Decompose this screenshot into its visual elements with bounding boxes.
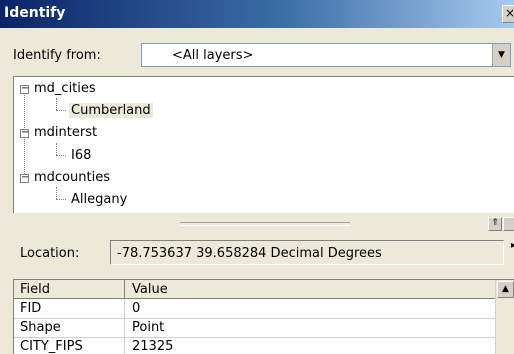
- tree-collapse-icon[interactable]: −: [20, 84, 29, 94]
- attribute-grid[interactable]: Field Value FID 0 Shape Point CITY_FIPS …: [13, 279, 514, 354]
- location-value: -78.753637 39.658284 Decimal Degrees: [117, 246, 382, 261]
- title-bar: Identify ×: [0, 0, 514, 28]
- tree-connector: [56, 187, 57, 199]
- tree-connector: [56, 110, 66, 111]
- row-value: 21325: [132, 339, 174, 354]
- identify-from-value: <All layers>: [172, 48, 254, 63]
- pin-icon[interactable]: ⇑: [488, 217, 502, 231]
- table-row[interactable]: Shape Point: [14, 318, 496, 338]
- column-divider[interactable]: [124, 280, 125, 298]
- location-field: -78.753637 39.658284 Decimal Degrees: [110, 240, 504, 265]
- vertical-scrollbar[interactable]: ▲: [495, 280, 514, 354]
- tree-layer-mdinterst[interactable]: mdinterst: [34, 125, 97, 140]
- tree-connector: [56, 143, 57, 155]
- identify-from-label: Identify from:: [13, 48, 101, 63]
- tree-collapse-icon[interactable]: −: [20, 173, 29, 183]
- tree-layer-mdcounties[interactable]: mdcounties: [34, 170, 110, 185]
- column-header-value[interactable]: Value: [132, 282, 168, 297]
- location-label: Location:: [20, 246, 80, 261]
- window-title: Identify: [4, 5, 66, 21]
- tree-connector: [56, 199, 66, 200]
- tree-feature-cumberland[interactable]: Cumberland: [69, 103, 153, 118]
- tree-collapse-icon[interactable]: −: [20, 128, 29, 138]
- pane-splitter[interactable]: ⇑: [0, 213, 514, 233]
- row-value: 0: [132, 301, 141, 316]
- tree-feature-i68[interactable]: I68: [71, 148, 91, 163]
- tree-layer-md-cities[interactable]: md_cities: [34, 81, 96, 96]
- table-row[interactable]: CITY_FIPS 21325: [14, 337, 496, 354]
- cell-divider: [124, 299, 125, 318]
- close-button[interactable]: ×: [502, 5, 514, 23]
- tree-connector: [56, 155, 66, 156]
- row-value: Point: [132, 320, 165, 335]
- cell-divider: [124, 337, 125, 354]
- column-header-field[interactable]: Field: [20, 282, 50, 297]
- grid-header: Field Value: [14, 280, 496, 299]
- row-field: CITY_FIPS: [20, 339, 83, 354]
- scroll-up-icon[interactable]: ▲: [497, 281, 514, 298]
- splitter-grip[interactable]: [180, 222, 350, 226]
- table-row[interactable]: FID 0: [14, 299, 496, 319]
- tree-connector: [56, 98, 57, 110]
- row-field: Shape: [20, 320, 61, 335]
- identify-from-dropdown[interactable]: <All layers> ▼: [141, 43, 511, 67]
- tree-feature-allegany[interactable]: Allegany: [71, 192, 127, 207]
- layout-toggle-icon[interactable]: [503, 217, 514, 231]
- row-field: FID: [20, 301, 42, 316]
- dropdown-arrow-icon[interactable]: ▼: [492, 44, 510, 66]
- results-tree[interactable]: − md_cities Cumberland − mdinterst I68 −…: [13, 76, 514, 213]
- cell-divider: [124, 318, 125, 337]
